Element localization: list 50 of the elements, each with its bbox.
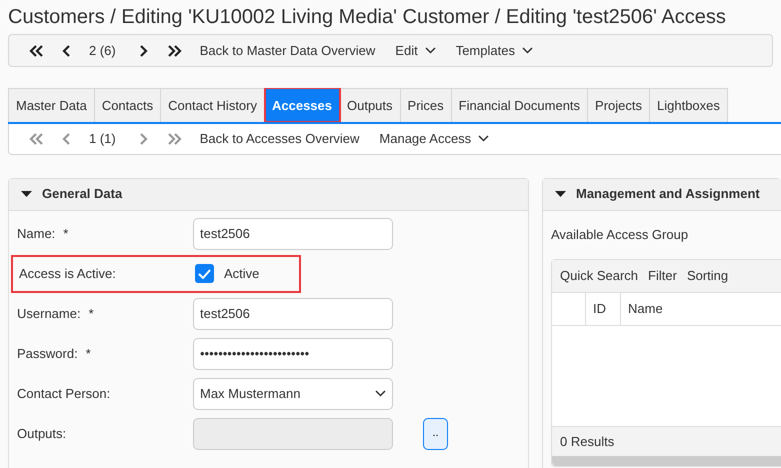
back-link[interactable]: Back to Master Data Overview — [192, 40, 384, 60]
checkbox-label: Active — [224, 264, 260, 283]
field-label: Password: — [17, 344, 78, 363]
checkbox[interactable] — [195, 264, 214, 283]
tab[interactable]: Contact History — [161, 88, 265, 122]
dropdown-menu-button[interactable]: Manage Access — [371, 128, 498, 148]
page-title: Customers / Editing 'KU10002 Living Media' Customer / Editing 'test2506' Access — [7, 5, 727, 30]
field-label: Access is Active: — [19, 264, 117, 283]
toolbar-button[interactable]: Sorting — [686, 266, 728, 286]
tab[interactable]: Financial Documents — [452, 88, 588, 122]
double-chevron-left-icon — [29, 44, 44, 58]
chevron-down-icon — [424, 47, 436, 54]
double-chevron-left-icon — [29, 132, 44, 146]
chevron-down-icon — [522, 47, 533, 54]
toolbar-button[interactable]: Quick Search — [560, 266, 638, 286]
tab[interactable]: Lightboxes — [650, 88, 728, 122]
toolbar-button[interactable]: Filter — [648, 266, 677, 286]
required-mark: * — [88, 304, 94, 323]
input-field[interactable]: •••••••••••••••••••••••• — [193, 338, 393, 370]
tab[interactable]: Contacts — [94, 88, 162, 122]
back-link[interactable]: Back to Accesses Overview — [192, 128, 368, 148]
field-label: Username: — [17, 304, 81, 323]
field-label: Contact Person: — [17, 384, 110, 403]
tab[interactable]: Accesses — [265, 88, 340, 122]
double-chevron-right-icon — [166, 132, 182, 146]
required-mark: * — [86, 344, 91, 363]
chevron-down-icon — [478, 135, 490, 142]
result-count: 0 Results — [552, 426, 781, 456]
chevron-down-icon — [375, 390, 386, 397]
tab[interactable]: Outputs — [340, 88, 401, 122]
tab[interactable]: Master Data — [8, 88, 95, 122]
panel-header[interactable]: General Data — [9, 178, 528, 210]
panel-header[interactable]: Management and Assignment — [543, 178, 781, 210]
field-label: Outputs: — [17, 424, 66, 443]
field-label: Name: — [17, 224, 56, 243]
record-position: 1 (1) — [88, 130, 117, 148]
input-field[interactable]: test2506 — [193, 218, 393, 250]
column-header[interactable]: ID — [585, 293, 620, 325]
record-position: 2 (6) — [88, 42, 117, 60]
dropdown-menu-button[interactable]: Templates — [448, 40, 541, 60]
select-field[interactable]: Max Mustermann — [193, 378, 393, 410]
double-chevron-right-icon — [166, 44, 182, 58]
checkmark-icon — [198, 268, 211, 278]
column-header[interactable]: Name — [620, 293, 781, 325]
tab[interactable]: Prices — [400, 88, 452, 122]
required-mark: * — [63, 224, 68, 243]
tab[interactable]: Projects — [588, 88, 650, 122]
dropdown-menu-button[interactable]: Edit — [387, 40, 444, 60]
input-field[interactable]: test2506 — [193, 298, 393, 330]
section-label: Available Access Group — [550, 226, 690, 244]
